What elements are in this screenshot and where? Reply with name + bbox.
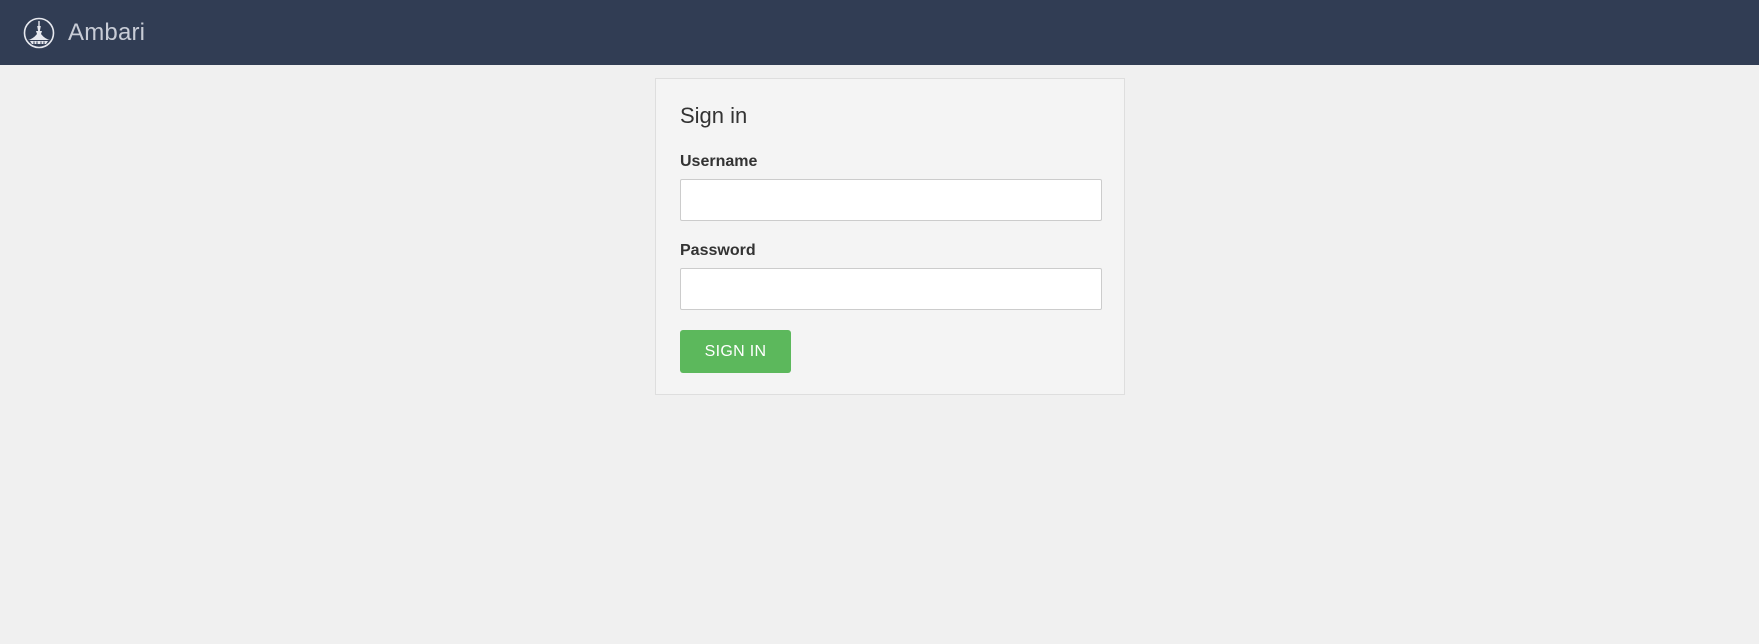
username-input[interactable]: [680, 179, 1102, 221]
login-panel: Sign in Username Password SIGN IN: [655, 78, 1125, 395]
ambari-logo-icon: [23, 17, 55, 49]
sign-in-button[interactable]: SIGN IN: [680, 330, 791, 373]
brand-home-link[interactable]: Ambari: [23, 17, 145, 49]
password-input[interactable]: [680, 268, 1102, 310]
top-navbar: Ambari: [0, 0, 1759, 65]
password-label: Password: [680, 242, 756, 259]
sign-in-heading: Sign in: [680, 103, 748, 128]
username-label: Username: [680, 153, 758, 170]
app-name: Ambari: [68, 18, 146, 46]
